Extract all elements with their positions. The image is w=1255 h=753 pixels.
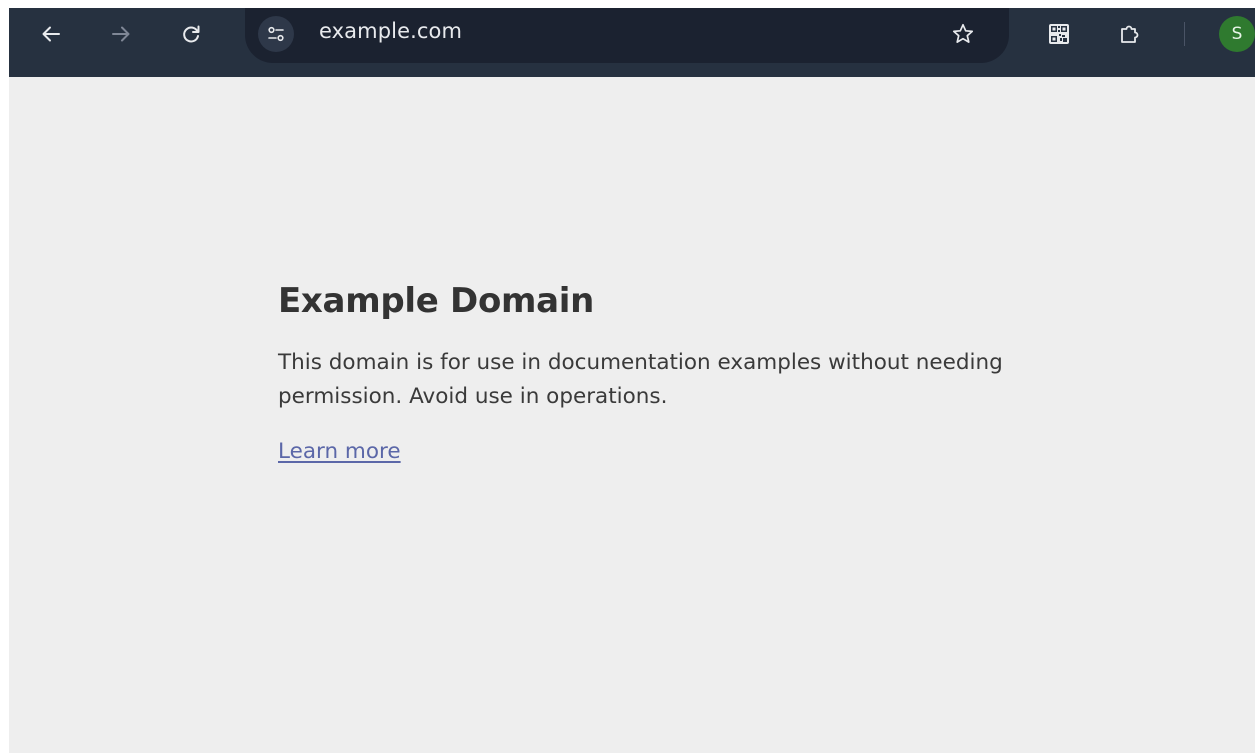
page-title: Example Domain (278, 281, 595, 321)
back-button[interactable] (31, 14, 71, 54)
arrow-left-icon (42, 26, 60, 42)
site-info-button[interactable] (258, 16, 294, 52)
star-outline-icon (952, 23, 974, 43)
browser-toolbar: example.com S (9, 8, 1255, 77)
learn-more-link[interactable]: Learn more (278, 435, 401, 469)
qr-code-button[interactable] (1041, 16, 1077, 52)
page-description: This domain is for use in documentation … (278, 350, 1003, 409)
forward-button[interactable] (101, 14, 141, 54)
profile-avatar[interactable]: S (1219, 16, 1255, 52)
qr-code-icon (1049, 24, 1069, 44)
url-text[interactable]: example.com (319, 19, 462, 43)
bookmark-button[interactable] (945, 16, 981, 52)
toolbar-divider (1184, 22, 1185, 46)
puzzle-piece-icon (1121, 25, 1139, 43)
arrow-right-icon (112, 26, 130, 42)
reload-button[interactable] (171, 14, 211, 54)
address-bar[interactable]: example.com (245, 8, 1009, 63)
extensions-button[interactable] (1112, 16, 1148, 52)
browser-window: example.com S Example Domain This domain… (9, 8, 1255, 753)
page-content: Example Domain This domain is for use in… (278, 276, 1038, 469)
page-viewport: Example Domain This domain is for use in… (9, 77, 1255, 753)
reload-icon (183, 25, 200, 43)
tune-icon (268, 26, 284, 42)
